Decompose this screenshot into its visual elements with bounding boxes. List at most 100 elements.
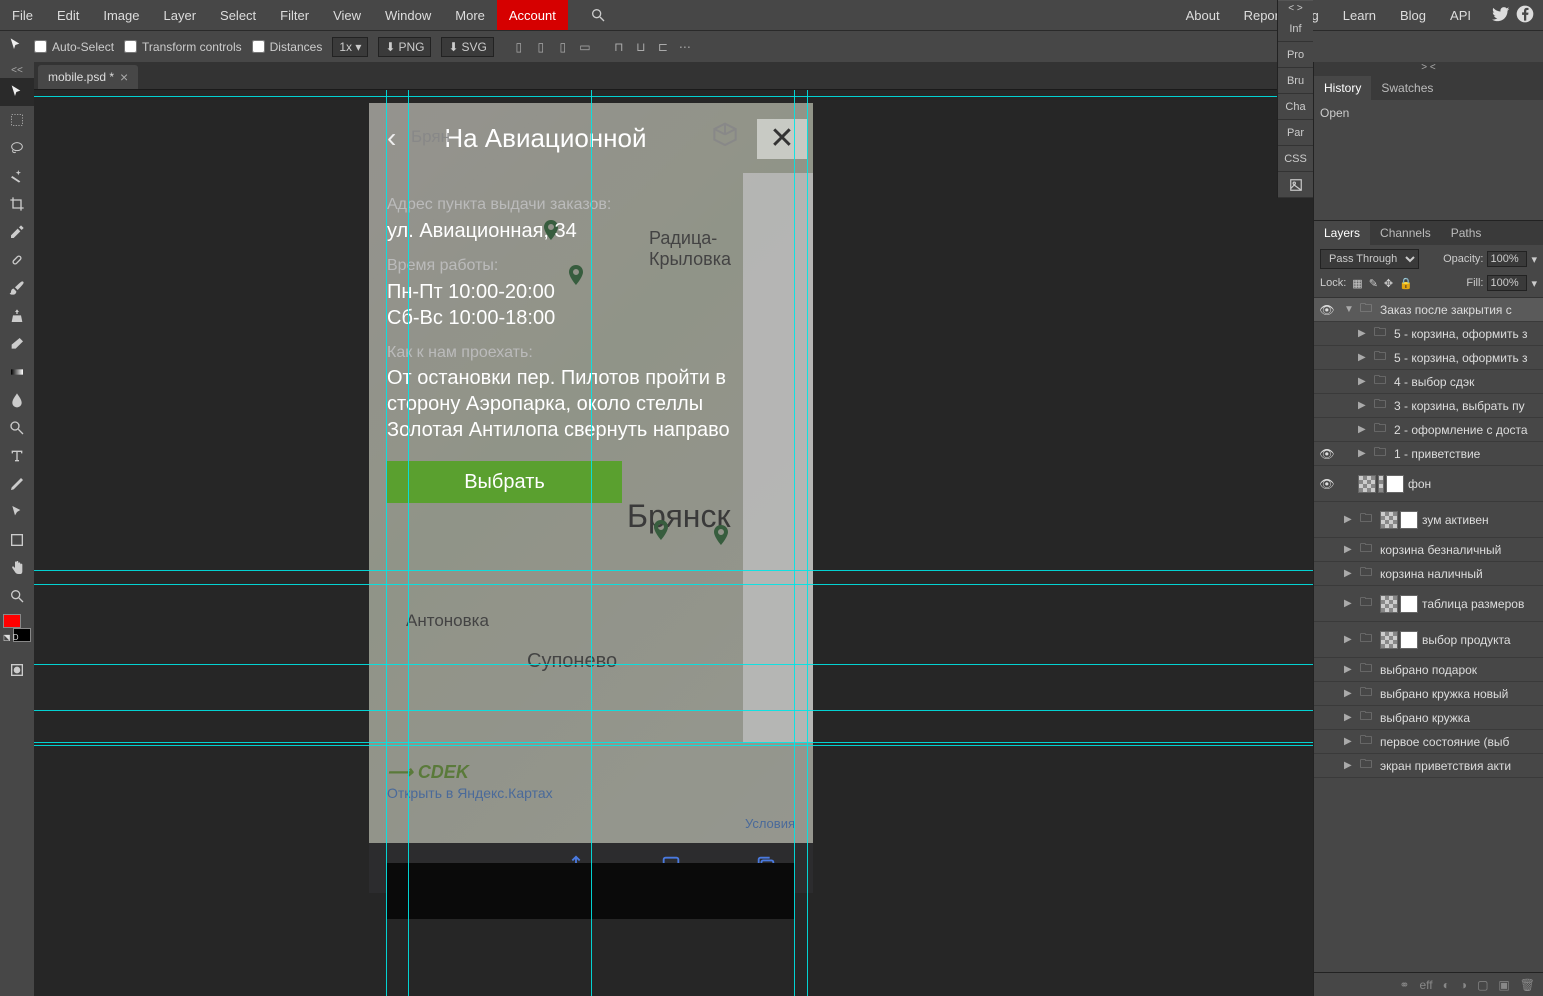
lock-brush-icon[interactable]: ✎ (1369, 277, 1378, 290)
layer-row[interactable]: ▶🗀3 - корзина, выбрать пу (1314, 394, 1543, 418)
swap-colors-icon[interactable]: ⬔ D (3, 633, 19, 642)
delete-layer-icon[interactable]: 🗑 (1520, 978, 1535, 992)
opacity-dropdown-icon[interactable]: ▾ (1531, 253, 1537, 266)
path-select-tool[interactable] (0, 498, 34, 526)
mini-properties[interactable]: Pro (1278, 42, 1313, 68)
distribute-h-icon[interactable]: ⊓ (610, 38, 628, 56)
menu-layer[interactable]: Layer (152, 0, 209, 30)
expand-arrow[interactable]: ▶ (1344, 634, 1356, 645)
expand-arrow[interactable]: ▶ (1344, 664, 1356, 675)
conditions-link[interactable]: Условия (745, 816, 795, 831)
adjustment-layer-icon[interactable]: ◑ (1460, 978, 1467, 992)
yandex-link[interactable]: Открыть в Яндекс.Картах (387, 785, 553, 801)
expand-arrow[interactable]: ▶ (1358, 448, 1370, 459)
new-folder-icon[interactable]: ▢ (1477, 978, 1488, 992)
menu-about[interactable]: About (1174, 0, 1232, 30)
gradient-tool[interactable] (0, 358, 34, 386)
crop-tool[interactable] (0, 190, 34, 218)
layer-row[interactable]: 👁▶🗀1 - приветствие (1314, 442, 1543, 466)
layer-row[interactable]: ▶🗀выбрано кружка новый (1314, 682, 1543, 706)
expand-arrow[interactable]: ▶ (1344, 598, 1356, 609)
search-icon[interactable] (578, 0, 618, 30)
eraser-tool[interactable] (0, 330, 34, 358)
menu-blog[interactable]: Blog (1388, 0, 1438, 30)
blur-tool[interactable] (0, 386, 34, 414)
layer-row[interactable]: ▶🗀выбрано кружка (1314, 706, 1543, 730)
foreground-color[interactable] (3, 614, 21, 628)
toolbar-collapse[interactable]: << (0, 62, 34, 78)
layer-row[interactable]: ▶🗀таблица размеров (1314, 586, 1543, 622)
tab-paths[interactable]: Paths (1441, 221, 1492, 245)
expand-arrow[interactable]: ▶ (1358, 424, 1370, 435)
menu-edit[interactable]: Edit (45, 0, 91, 30)
back-icon[interactable]: ‹ (387, 122, 396, 154)
zoom-tool[interactable] (0, 582, 34, 610)
expand-arrow[interactable]: ▶ (1344, 760, 1356, 771)
lock-pixels-icon[interactable]: ▦ (1352, 277, 1362, 290)
mini-paragraph[interactable]: Par (1278, 120, 1313, 146)
expand-arrow[interactable]: ▶ (1344, 736, 1356, 747)
healing-tool[interactable] (0, 246, 34, 274)
mini-image-icon[interactable] (1278, 172, 1313, 198)
layer-row[interactable]: ▶🗀корзина безналичный (1314, 538, 1543, 562)
select-button[interactable]: Выбрать (387, 461, 622, 503)
layer-eff-label[interactable]: eff (1419, 978, 1432, 992)
export-svg-button[interactable]: ⬇ SVG (441, 37, 493, 57)
align-top-icon[interactable]: ▭ (576, 38, 594, 56)
layer-row[interactable]: ▶🗀корзина наличный (1314, 562, 1543, 586)
menu-filter[interactable]: Filter (268, 0, 321, 30)
panel-collapse[interactable]: > < (1314, 62, 1543, 76)
expand-arrow[interactable]: ▶ (1358, 328, 1370, 339)
tab-swatches[interactable]: Swatches (1371, 76, 1443, 100)
mini-collapse[interactable]: < > (1278, 0, 1313, 16)
document-tab[interactable]: mobile.psd * × (38, 65, 138, 89)
menu-file[interactable]: File (0, 0, 45, 30)
layer-row[interactable]: ▶🗀выбор продукта (1314, 622, 1543, 658)
layer-row[interactable]: ▶🗀выбрано подарок (1314, 658, 1543, 682)
mini-brush[interactable]: Bru (1278, 68, 1313, 94)
menu-learn[interactable]: Learn (1331, 0, 1388, 30)
dodge-tool[interactable] (0, 414, 34, 442)
hand-tool[interactable] (0, 554, 34, 582)
layer-row[interactable]: ▶🗀экран приветствия акти (1314, 754, 1543, 778)
expand-arrow[interactable]: ▶ (1344, 514, 1356, 525)
magic-wand-tool[interactable] (0, 162, 34, 190)
menu-window[interactable]: Window (373, 0, 443, 30)
tab-layers[interactable]: Layers (1314, 221, 1370, 245)
menu-api[interactable]: API (1438, 0, 1483, 30)
close-icon[interactable]: ✕ (757, 119, 807, 159)
history-item[interactable]: Open (1320, 106, 1537, 120)
layer-row[interactable]: ▶🗀2 - оформление с доста (1314, 418, 1543, 442)
close-tab-icon[interactable]: × (120, 69, 128, 85)
layer-row[interactable]: ▶🗀4 - выбор сдэк (1314, 370, 1543, 394)
transform-controls-checkbox[interactable]: Transform controls (124, 40, 242, 54)
layer-row[interactable]: ▶🗀первое состояние (выб (1314, 730, 1543, 754)
distances-checkbox[interactable]: Distances (252, 40, 323, 54)
align-right-icon[interactable]: ▯ (554, 38, 572, 56)
auto-select-checkbox[interactable]: Auto-Select (34, 40, 114, 54)
visibility-toggle[interactable]: 👁 (1318, 477, 1336, 491)
layer-row[interactable]: 👁фон (1314, 466, 1543, 502)
menu-account[interactable]: Account (497, 0, 568, 30)
pen-tool[interactable] (0, 470, 34, 498)
quickmask-tool[interactable] (0, 656, 34, 684)
facebook-icon[interactable] (1515, 4, 1535, 27)
eyedropper-tool[interactable] (0, 218, 34, 246)
menu-select[interactable]: Select (208, 0, 268, 30)
fill-input[interactable] (1487, 275, 1527, 291)
twitter-icon[interactable] (1491, 4, 1511, 27)
mini-css[interactable]: CSS (1278, 146, 1313, 172)
distribute-v-icon[interactable]: ⊔ (632, 38, 650, 56)
type-tool[interactable] (0, 442, 34, 470)
menu-more[interactable]: More (443, 0, 497, 30)
export-png-button[interactable]: ⬇ PNG (378, 37, 431, 57)
lasso-tool[interactable] (0, 134, 34, 162)
align-left-icon[interactable]: ▯ (510, 38, 528, 56)
shape-tool[interactable] (0, 526, 34, 554)
tab-history[interactable]: History (1314, 76, 1371, 100)
color-swatches[interactable]: ⬔ D (3, 614, 31, 642)
layer-row[interactable]: ▶🗀5 - корзина, оформить з (1314, 322, 1543, 346)
fill-dropdown-icon[interactable]: ▾ (1531, 277, 1537, 290)
layer-row[interactable]: ▶🗀5 - корзина, оформить з (1314, 346, 1543, 370)
align-center-h-icon[interactable]: ▯ (532, 38, 550, 56)
